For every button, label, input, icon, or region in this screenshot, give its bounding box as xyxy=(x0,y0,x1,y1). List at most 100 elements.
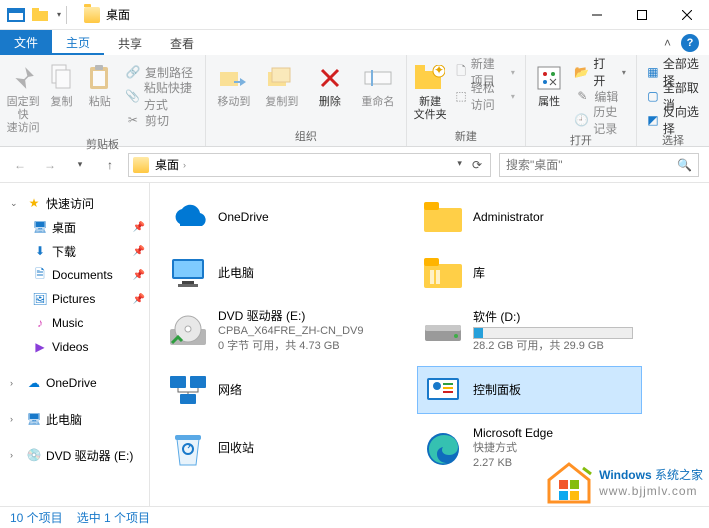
svg-text:✦: ✦ xyxy=(434,65,444,77)
select-all-icon: ▦ xyxy=(647,64,659,80)
this-pc-icon: 🖥 xyxy=(26,411,42,427)
chevron-right-icon[interactable]: › xyxy=(10,414,22,424)
tree-quick-access[interactable]: ⌄ ★ 快速访问 xyxy=(4,191,145,215)
status-selection: 选中 1 个项目 xyxy=(77,509,150,526)
search-icon[interactable]: 🔍 xyxy=(677,158,692,172)
easy-access-button[interactable]: ⬚轻松访问▾ xyxy=(451,85,518,107)
paste-shortcut-button[interactable]: 📎粘贴快捷方式 xyxy=(121,85,199,107)
history-icon: 🕘 xyxy=(574,112,589,128)
search-box[interactable]: 搜索"桌面" 🔍 xyxy=(499,153,699,177)
items-view[interactable]: OneDrive Administrator 此电脑 库 DVD 驱动器 (E:… xyxy=(150,183,709,506)
item-control-panel[interactable]: 控制面板 xyxy=(417,366,642,414)
control-panel-icon xyxy=(423,370,463,410)
properties-button[interactable]: 属性 xyxy=(532,58,566,109)
drive-icon xyxy=(423,312,463,352)
status-bar: 10 个项目 选中 1 个项目 xyxy=(0,506,709,528)
explorer-icon xyxy=(4,4,28,26)
select-none-icon: ▢ xyxy=(647,88,659,104)
onedrive-icon xyxy=(168,197,208,237)
invert-selection-button[interactable]: ◩反向选择 xyxy=(643,109,703,131)
tab-share[interactable]: 共享 xyxy=(104,30,156,55)
tree-item-music[interactable]: ♪Music xyxy=(26,311,145,335)
ribbon-group-organize: 移动到 复制到 删除 重命名 组织 xyxy=(206,55,407,146)
copy-path-icon: 🔗 xyxy=(125,64,141,80)
back-button[interactable]: ← xyxy=(10,155,30,175)
maximize-button[interactable] xyxy=(619,0,664,30)
drive-usage-bar xyxy=(473,327,633,339)
tree-item-documents[interactable]: 🗎Documents📌 xyxy=(26,263,145,287)
recycle-bin-icon xyxy=(168,429,208,469)
delete-icon xyxy=(314,62,346,94)
tab-home[interactable]: 主页 xyxy=(52,30,104,55)
open-button[interactable]: 📂打开▾ xyxy=(570,61,630,83)
desktop-icon: 🖥 xyxy=(32,219,48,235)
edit-icon: ✎ xyxy=(574,88,590,104)
invert-selection-icon: ◩ xyxy=(647,112,659,128)
item-recycle-bin[interactable]: 回收站 xyxy=(162,422,387,475)
minimize-button[interactable] xyxy=(574,0,619,30)
ribbon-group-label: 组织 xyxy=(212,127,400,144)
network-icon xyxy=(168,370,208,410)
qat-folder-icon[interactable] xyxy=(28,4,52,26)
history-button[interactable]: 🕘历史记录 xyxy=(570,109,630,131)
move-to-button[interactable]: 移动到 xyxy=(212,58,256,109)
up-button[interactable]: ↑ xyxy=(100,155,120,175)
item-dvd[interactable]: DVD 驱动器 (E:)CPBA_X64FRE_ZH-CN_DV90 字节 可用… xyxy=(162,305,387,358)
item-drive-d[interactable]: 软件 (D:) 28.2 GB 可用，共 29.9 GB xyxy=(417,305,642,358)
recent-locations-button[interactable]: ▾ xyxy=(70,155,90,175)
qat-dropdown-icon[interactable]: ▾ xyxy=(52,4,66,26)
pin-icon: 📌 xyxy=(133,246,145,257)
copy-button[interactable]: 复制 xyxy=(44,58,78,109)
copy-to-button[interactable]: 复制到 xyxy=(260,58,304,109)
quick-access-toolbar: ▾ xyxy=(0,4,76,26)
new-folder-button[interactable]: ✦ 新建 文件夹 xyxy=(413,58,448,122)
help-icon[interactable]: ? xyxy=(681,34,699,52)
paste-button[interactable]: 粘贴 xyxy=(83,58,117,109)
tree-item-pictures[interactable]: 🖼Pictures📌 xyxy=(26,287,145,311)
this-pc-icon xyxy=(168,253,208,293)
ribbon-group-clipboard: 固定到快 速访问 复制 粘贴 🔗复制路径 📎粘贴快捷方式 ✂剪切 剪贴板 xyxy=(0,55,206,146)
edge-icon xyxy=(423,429,463,469)
item-library[interactable]: 库 xyxy=(417,249,642,297)
address-dropdown-icon[interactable]: ▾ xyxy=(457,158,462,172)
folder-icon xyxy=(423,197,463,237)
copy-icon xyxy=(45,62,77,94)
breadcrumb[interactable]: 桌面› xyxy=(155,156,186,173)
tab-file[interactable]: 文件 xyxy=(0,30,52,55)
ribbon-collapse-icon[interactable]: ˄ xyxy=(664,36,671,50)
open-icon: 📂 xyxy=(574,64,589,80)
ribbon-group-label: 选择 xyxy=(643,131,703,148)
delete-button[interactable]: 删除 xyxy=(308,58,352,109)
item-this-pc[interactable]: 此电脑 xyxy=(162,249,387,297)
pictures-icon: 🖼 xyxy=(32,291,48,307)
title-folder-icon xyxy=(84,7,100,23)
item-onedrive[interactable]: OneDrive xyxy=(162,193,387,241)
address-bar[interactable]: 桌面› ▾ ⟳ xyxy=(128,153,491,177)
rename-icon xyxy=(362,62,394,94)
chevron-right-icon[interactable]: › xyxy=(10,450,22,460)
forward-button[interactable]: → xyxy=(40,155,60,175)
tree-dvd[interactable]: ›💿DVD 驱动器 (E:) xyxy=(4,443,145,467)
tree-this-pc[interactable]: ›🖥此电脑 xyxy=(4,407,145,431)
tree-item-videos[interactable]: ▶Videos xyxy=(26,335,145,359)
chevron-right-icon[interactable]: › xyxy=(10,378,22,388)
title-wrap: 桌面 xyxy=(84,6,574,23)
window-controls xyxy=(574,0,709,30)
pin-icon: 📌 xyxy=(133,222,145,233)
tree-item-downloads[interactable]: ⬇下载📌 xyxy=(26,239,145,263)
chevron-down-icon[interactable]: ⌄ xyxy=(10,198,22,209)
item-administrator[interactable]: Administrator xyxy=(417,193,642,241)
tree-onedrive[interactable]: ›☁OneDrive xyxy=(4,371,145,395)
close-button[interactable] xyxy=(664,0,709,30)
cut-button[interactable]: ✂剪切 xyxy=(121,109,199,131)
rename-button[interactable]: 重命名 xyxy=(356,58,400,109)
copy-to-icon xyxy=(266,62,298,94)
window-title: 桌面 xyxy=(106,6,130,23)
item-network[interactable]: 网络 xyxy=(162,366,387,414)
tab-view[interactable]: 查看 xyxy=(156,30,208,55)
refresh-icon[interactable]: ⟳ xyxy=(472,158,482,172)
pin-to-quick-access-button[interactable]: 固定到快 速访问 xyxy=(6,58,40,135)
tree-item-desktop[interactable]: 🖥桌面📌 xyxy=(26,215,145,239)
item-edge[interactable]: Microsoft Edge快捷方式2.27 KB xyxy=(417,422,642,475)
search-placeholder: 搜索"桌面" xyxy=(506,156,671,173)
